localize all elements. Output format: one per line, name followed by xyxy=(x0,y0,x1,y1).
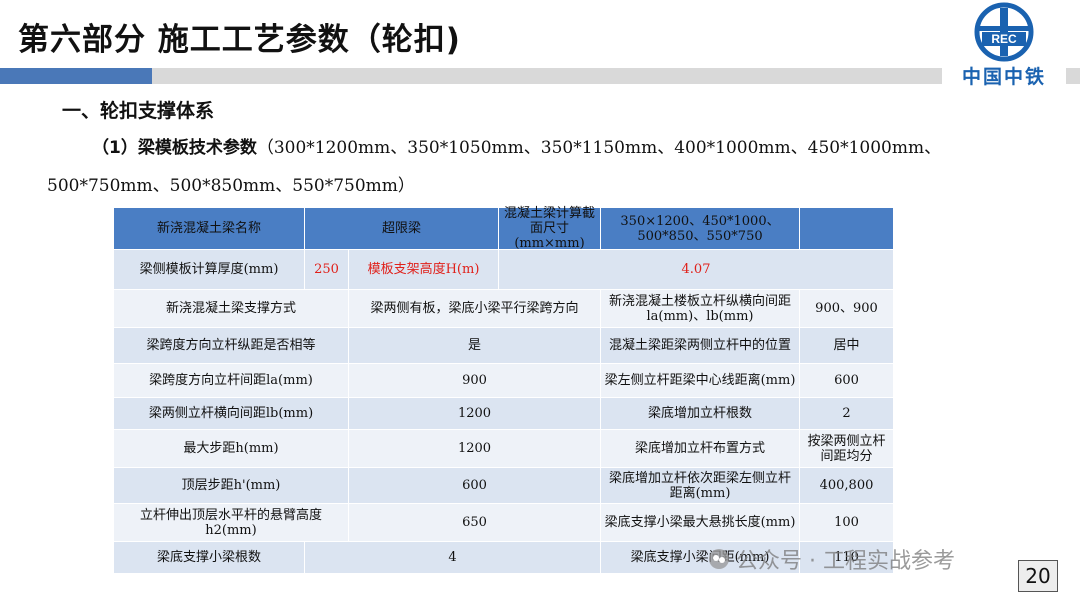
table-cell: 4 xyxy=(305,542,601,574)
table-cell: 1200 xyxy=(349,398,601,430)
title-underline-bar xyxy=(152,68,1080,84)
table-cell: 按梁两侧立杆间距均分 xyxy=(800,430,894,468)
watermark: 公众号 · 工程实战参考 xyxy=(708,543,955,575)
table-cell: 梁底增加立杆根数 xyxy=(601,398,800,430)
logo-mark-text: REC xyxy=(991,32,1017,46)
table-cell: 混凝土梁距梁两侧立杆中的位置 xyxy=(601,328,800,364)
wechat-icon xyxy=(709,549,729,569)
table-cell: 梁两侧立杆横向间距lb(mm) xyxy=(114,398,349,430)
table-cell: 混凝土梁计算截面尺寸(mm×mm) xyxy=(499,206,601,251)
table-cell: 是 xyxy=(349,328,601,364)
table-cell xyxy=(800,208,894,250)
table-cell: 梁跨度方向立杆间距la(mm) xyxy=(114,364,349,398)
subsection-line2: 500*750mm、500*850mm、550*750mm） xyxy=(47,176,415,196)
table-cell: 最大步距h(mm) xyxy=(114,430,349,468)
watermark-text: 公众号 · 工程实战参考 xyxy=(736,549,955,574)
table-cell: 新浇混凝土梁名称 xyxy=(114,208,305,250)
table-cell: 梁跨度方向立杆纵距是否相等 xyxy=(114,328,349,364)
cell-line: 新浇混凝土楼板立杆纵横向间距 xyxy=(608,293,791,309)
slide-title: 第六部分 施工工艺参数（轮扣) xyxy=(18,22,461,58)
table-cell: 梁两侧有板，梁底小梁平行梁跨方向 xyxy=(349,290,601,328)
table-cell: 新浇混凝土楼板立杆纵横向间距 la(mm)、lb(mm) xyxy=(601,290,800,328)
table-cell: 梁底增加立杆布置方式 xyxy=(601,430,800,468)
parameter-table: 新浇混凝土梁名称 超限梁 混凝土梁计算截面尺寸(mm×mm) 350×1200、… xyxy=(114,206,894,574)
subsection-heading: （1）梁模板技术参数（300*1200mm、350*1050mm、350*115… xyxy=(92,133,941,158)
table-cell: 梁侧模板计算厚度(mm) xyxy=(114,250,305,290)
table-cell: 400,800 xyxy=(800,468,894,504)
company-logo: REC 中国中铁 xyxy=(942,2,1066,88)
table-cell: 250 xyxy=(305,250,349,290)
table-cell: 梁底支撑小梁根数 xyxy=(114,542,305,574)
table-cell: 新浇混凝土梁支撑方式 xyxy=(114,290,349,328)
table-cell: 350×1200、450*1000、500*850、550*750 xyxy=(601,208,800,250)
table-cell: 梁左侧立杆距梁中心线距离(mm) xyxy=(601,364,800,398)
page-number: 20 xyxy=(1018,560,1058,592)
table-cell: 100 xyxy=(800,504,894,542)
table-cell: 梁底增加立杆依次距梁左侧立杆距离(mm) xyxy=(601,468,800,504)
table-cell: 600 xyxy=(800,364,894,398)
table-cell: 650 xyxy=(349,504,601,542)
table-cell: 顶层步距h'(mm) xyxy=(114,468,349,504)
table-cell: 900、900 xyxy=(800,290,894,328)
table-cell: 居中 xyxy=(800,328,894,364)
subsection-line1: （300*1200mm、350*1050mm、350*1150mm、400*10… xyxy=(256,138,942,158)
table-cell: 2 xyxy=(800,398,894,430)
table-cell: 梁底支撑小梁最大悬挑长度(mm) xyxy=(601,504,800,542)
title-underline-accent xyxy=(0,68,152,84)
table-cell: 600 xyxy=(349,468,601,504)
cell-line: la(mm)、lb(mm) xyxy=(646,308,754,324)
table-cell: 立杆伸出顶层水平杆的悬臂高度h2(mm) xyxy=(114,504,349,542)
table-cell: 900 xyxy=(349,364,601,398)
table-cell: 超限梁 xyxy=(305,208,499,250)
subsection-lead: （1）梁模板技术参数 xyxy=(92,138,257,158)
section-heading: 一、轮扣支撑体系 xyxy=(62,100,215,122)
table-cell: 模板支架高度H(m) xyxy=(349,250,499,290)
table-cell: 1200 xyxy=(349,430,601,468)
crec-logo-icon: REC xyxy=(974,2,1034,62)
logo-text: 中国中铁 xyxy=(961,66,1046,88)
table-cell: 4.07 xyxy=(499,250,894,290)
